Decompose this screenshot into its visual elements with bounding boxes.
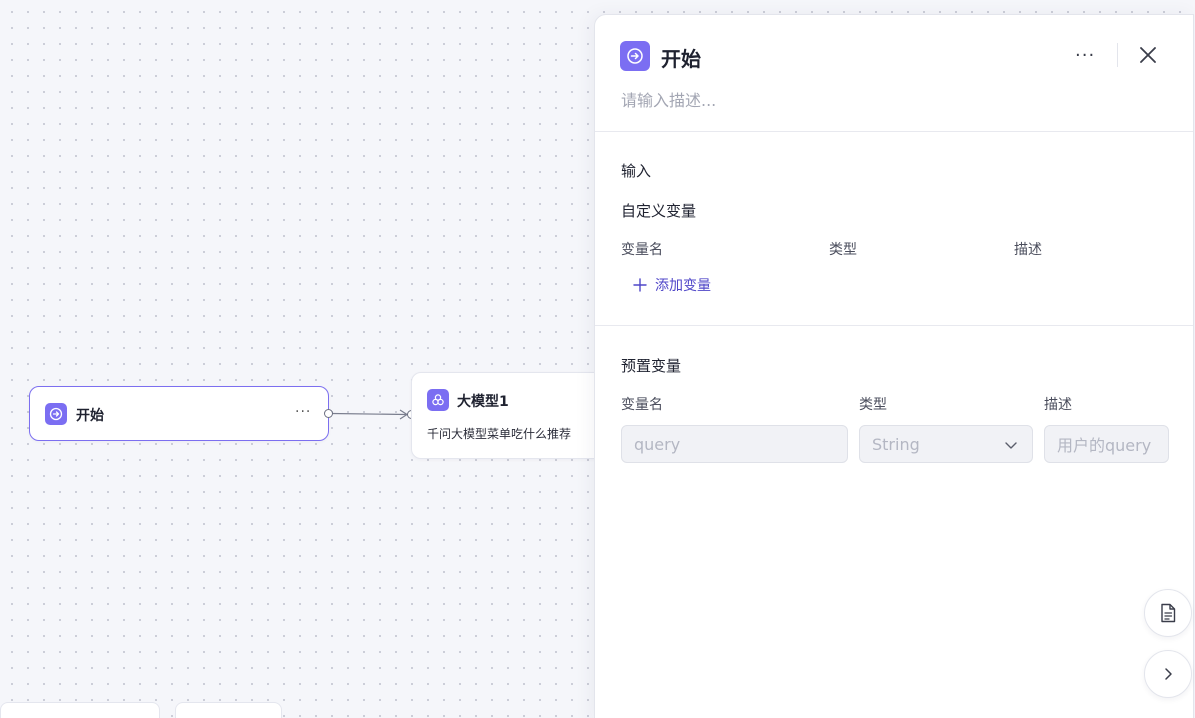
preset-var-name-value: query xyxy=(634,434,681,454)
preset-var-type-value: String xyxy=(872,434,920,454)
start-node-more-button[interactable]: ··· xyxy=(295,404,311,420)
node-config-panel: 开始 ··· 请输入描述... 输入 自定义变量 变量名 类型 描述 添加变量 … xyxy=(594,14,1194,718)
header-divider xyxy=(1117,43,1118,67)
start-node[interactable]: 开始 ··· xyxy=(29,386,329,441)
custom-vars-title: 自定义变量 xyxy=(621,202,697,220)
preset-vars-title: 预置变量 xyxy=(621,357,682,375)
start-node-title: 开始 xyxy=(76,408,104,424)
preset-col-type: 类型 xyxy=(859,397,887,413)
chevron-right-icon xyxy=(1165,668,1172,680)
custom-col-desc: 描述 xyxy=(1014,242,1042,258)
custom-col-type: 类型 xyxy=(829,242,857,258)
add-variable-label: 添加变量 xyxy=(655,278,711,294)
preset-var-desc-field[interactable]: 用户的query xyxy=(1044,425,1169,463)
preset-var-desc-value: 用户的query xyxy=(1057,436,1152,455)
llm-model-icon xyxy=(427,389,449,411)
chevron-down-icon xyxy=(1005,442,1017,449)
preset-var-name-field[interactable]: query xyxy=(621,425,848,463)
section-divider xyxy=(595,325,1193,326)
document-icon xyxy=(1161,603,1176,623)
preset-var-type-select[interactable]: String xyxy=(859,425,1033,463)
plus-icon xyxy=(633,278,647,292)
description-input[interactable]: 请输入描述... xyxy=(621,87,716,111)
panel-header: 开始 ··· 请输入描述... xyxy=(595,15,1193,132)
partial-node-middle[interactable] xyxy=(175,702,282,718)
preset-col-desc: 描述 xyxy=(1044,397,1072,413)
custom-col-name: 变量名 xyxy=(621,242,663,258)
document-button[interactable] xyxy=(1144,589,1192,637)
llm-node-title: 大模型1 xyxy=(457,394,509,410)
llm-node-description: 千问大模型菜单吃什么推荐 xyxy=(427,427,572,441)
panel-title: 开始 xyxy=(661,47,701,71)
panel-more-button[interactable]: ··· xyxy=(1075,45,1095,66)
preset-col-name: 变量名 xyxy=(621,397,663,413)
start-arrow-icon xyxy=(620,41,650,71)
expand-button[interactable] xyxy=(1144,650,1192,698)
start-arrow-icon xyxy=(45,403,67,425)
partial-node-left[interactable] xyxy=(0,702,160,718)
add-variable-button[interactable]: 添加变量 xyxy=(633,275,711,295)
start-node-output-port[interactable] xyxy=(324,409,333,418)
close-icon[interactable] xyxy=(1138,45,1158,65)
input-section-title: 输入 xyxy=(621,162,652,180)
llm-node[interactable]: 大模型1 千问大模型菜单吃什么推荐 xyxy=(411,372,611,459)
